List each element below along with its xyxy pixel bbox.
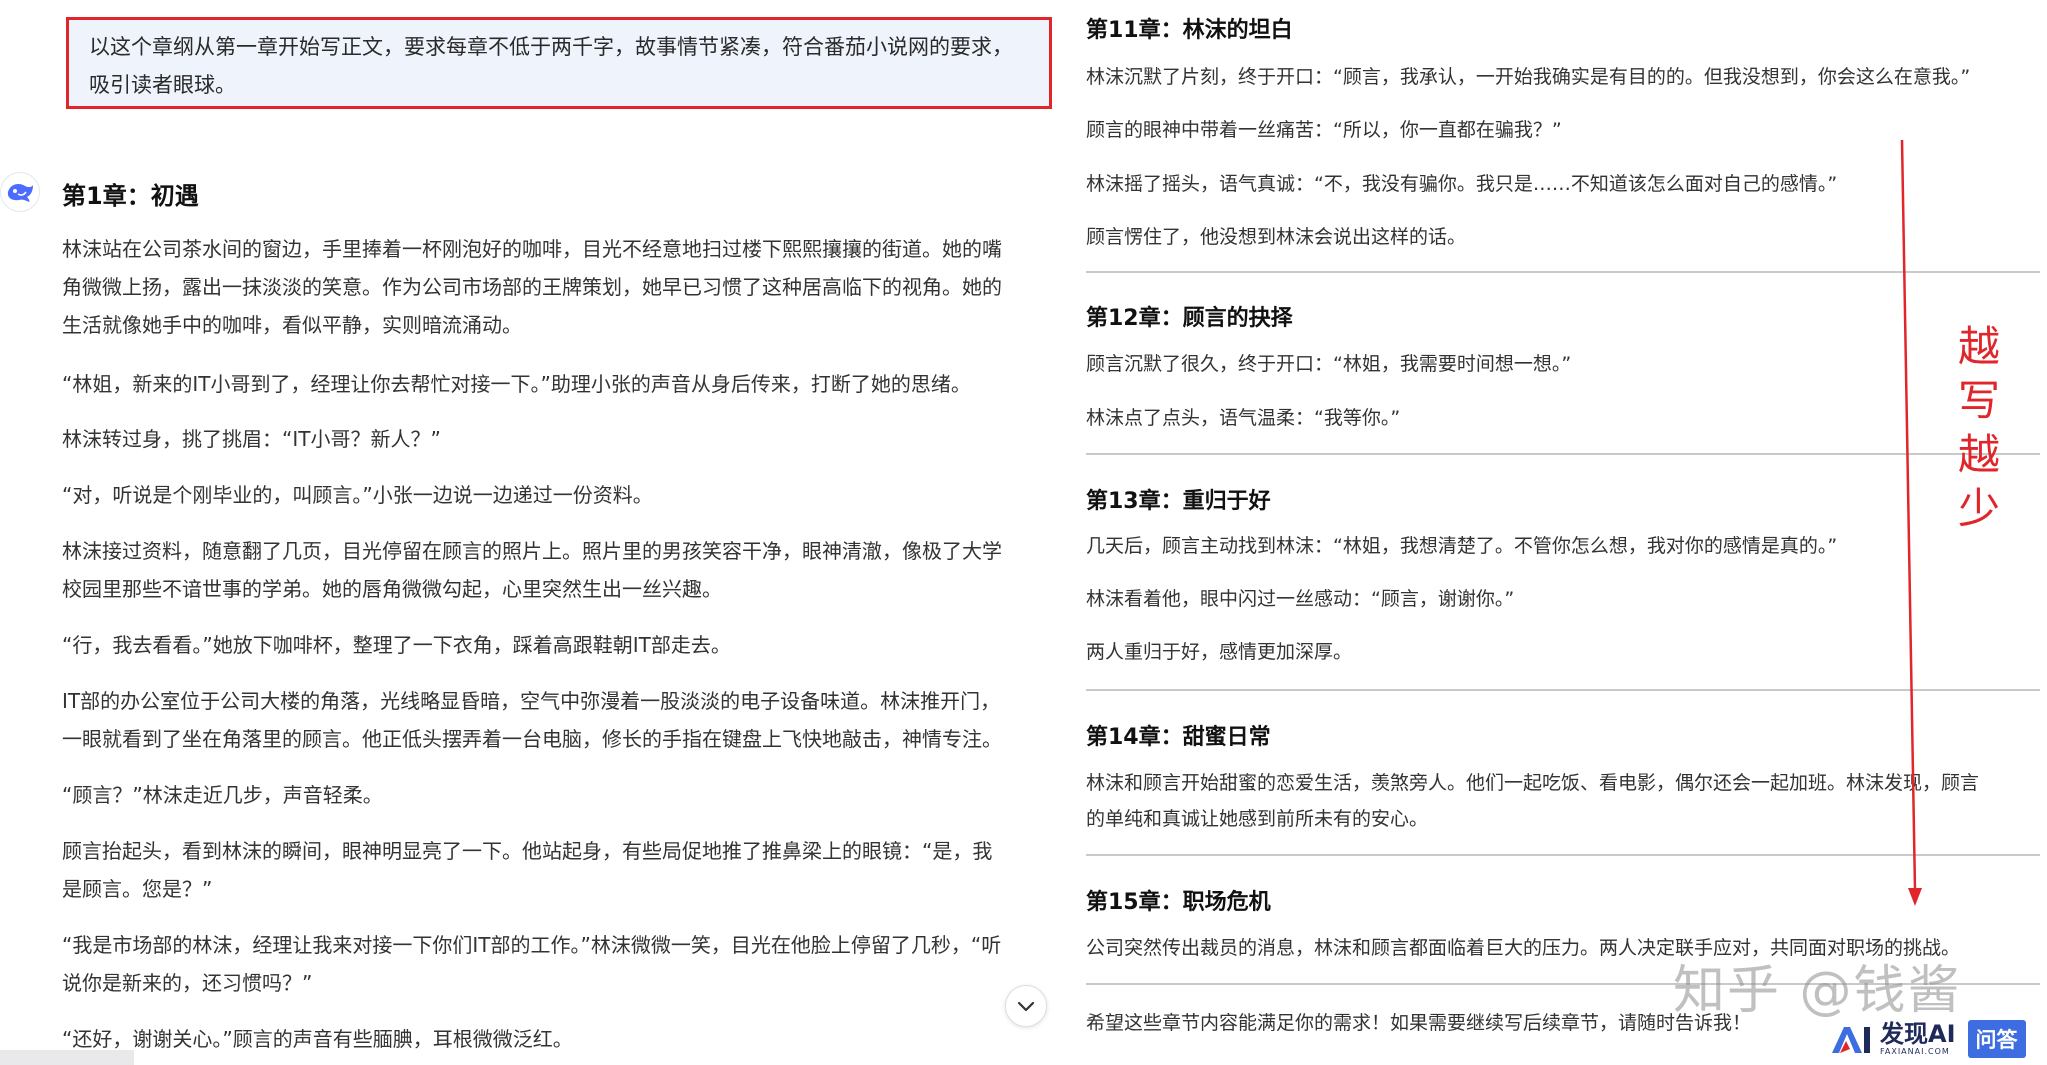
paragraph-line: 林沫站在公司茶水间的窗边，手里捧着一杯刚泡好的咖啡，目光不经意地扫过楼下熙熙攘攘…	[62, 237, 1002, 261]
chapter-divider	[1086, 854, 2040, 856]
paragraph: “对，听说是个刚毕业的，叫顾言。”小张一边说一边递过一份资料。	[62, 476, 1068, 514]
paragraph-line: “我是市场部的林沫，经理让我来对接一下你们IT部的工作。”林沫微微一笑，目光在他…	[62, 933, 1002, 957]
chapter-line: 顾言的眼神中带着一丝痛苦：“所以，你一直都在骗我？”	[1086, 119, 1562, 141]
chapter-line: 林沫沉默了片刻，终于开口：“顾言，我承认，一开始我确实是有目的的。但我没想到，你…	[1086, 66, 1971, 88]
chapter-title: 第15章：职场危机	[1086, 890, 1271, 915]
chapter-1-title: 第1章：初遇	[62, 182, 199, 210]
paragraph: 林沫接过资料，随意翻了几页，目光停留在顾言的照片上。照片里的男孩笑容干净，眼神清…	[62, 532, 1068, 608]
bot-avatar-icon	[0, 172, 40, 212]
chapter-line: 几天后，顾言主动找到林沫：“林姐，我想清楚了。不管你怎么想，我对你的感情是真的。…	[1086, 535, 1838, 557]
paragraph-line: 林沫接过资料，随意翻了几页，目光停留在顾言的照片上。照片里的男孩笑容干净，眼神清…	[62, 539, 1002, 563]
paragraph: 林沫转过身，挑了挑眉：“IT小哥？新人？”	[62, 420, 1068, 458]
closing-message: 希望这些章节内容能满足你的需求！如果需要继续写后续章节，请随时告诉我！	[1086, 1012, 1752, 1034]
chapter-title: 第13章：重归于好	[1086, 489, 1271, 514]
paragraph: IT部的办公室位于公司大楼的角落，光线略显昏暗，空气中弥漫着一股淡淡的电子设备味…	[62, 682, 1068, 758]
chapter-line: 两人重归于好，感情更加深厚。	[1086, 641, 1353, 663]
chapter-line: 林沫摇了摇头，语气真诚：“不，我没有骗你。我只是……不知道该怎么面对自己的感情。…	[1086, 173, 1838, 195]
paragraph: “我是市场部的林沫，经理让我来对接一下你们IT部的工作。”林沫微微一笑，目光在他…	[62, 926, 1068, 1002]
scroll-track	[0, 1050, 134, 1065]
chevron-down-icon	[1017, 1001, 1035, 1012]
right-panel: 第11章：林沫的坦白林沫沉默了片刻，终于开口：“顾言，我承认，一开始我确实是有目…	[1084, 0, 2047, 1065]
paragraph-line: 生活就像她手中的咖啡，看似平静，实则暗流涌动。	[62, 313, 522, 337]
paragraph: 林沫站在公司茶水间的窗边，手里捧着一杯刚泡好的咖啡，目光不经意地扫过楼下熙熙攘攘…	[62, 230, 1068, 344]
chapter-line: 顾言沉默了很久，终于开口：“林姐，我需要时间想一想。”	[1086, 353, 1572, 375]
ask-badge[interactable]: 问答	[1967, 1020, 2026, 1058]
paragraph-line: “顾言？”林沫走近几步，声音轻柔。	[62, 783, 383, 807]
annotation-text: 越 写 越 少	[1954, 320, 2004, 536]
paragraph-line: 林沫转过身，挑了挑眉：“IT小哥？新人？”	[62, 427, 441, 451]
paragraph: 顾言抬起头，看到林沫的瞬间，眼神明显亮了一下。他站起身，有些局促地推了推鼻梁上的…	[62, 832, 1068, 908]
chapter-divider	[1086, 689, 2040, 691]
brand-text: 发现AI FAXIANAI.COM	[1880, 1022, 1956, 1056]
paragraph-line: 说你是新来的，还习惯吗？”	[62, 971, 313, 995]
annotation-char: 少	[1957, 484, 2000, 533]
paragraph-line: 校园里那些不谙世事的学弟。她的唇角微微勾起，心里突然生出一丝兴趣。	[62, 577, 722, 601]
paragraph: “顾言？”林沫走近几步，声音轻柔。	[62, 776, 1068, 814]
annotation-char: 越	[1957, 322, 2000, 371]
brand-logo-icon	[1832, 1027, 1870, 1053]
chapter-divider	[1086, 271, 2040, 273]
chapter-title: 第14章：甜蜜日常	[1086, 725, 1271, 750]
chapter-divider	[1086, 453, 2040, 455]
paragraph-line: “还好，谢谢关心。”顾言的声音有些腼腆，耳根微微泛红。	[62, 1027, 573, 1051]
prompt-line-2: 吸引读者眼球。	[89, 73, 236, 97]
paragraph-line: “对，听说是个刚毕业的，叫顾言。”小张一边说一边递过一份资料。	[62, 483, 653, 507]
chapter-line: 顾言愣住了，他没想到林沫会说出这样的话。	[1086, 226, 1467, 248]
watermark: 知乎 @钱酱	[1673, 961, 1962, 1021]
scroll-down-button[interactable]	[1005, 985, 1047, 1027]
user-prompt-bubble: 以这个章纲从第一章开始写正文，要求每章不低于两千字，故事情节紧凑，符合番茄小说网…	[66, 17, 1052, 109]
annotation-char: 写	[1957, 376, 2000, 425]
paragraph-line: “林姐，新来的IT小哥到了，经理让你去帮忙对接一下。”助理小张的声音从身后传来，…	[62, 372, 971, 396]
paragraph: “行，我去看看。”她放下咖啡杯，整理了一下衣角，踩着高跟鞋朝IT部走去。	[62, 626, 1068, 664]
chapter-line: 林沫和顾言开始甜蜜的恋爱生活，羡煞旁人。他们一起吃饭、看电影，偶尔还会一起加班。…	[1086, 772, 1980, 794]
chapter-title: 第12章：顾言的抉择	[1086, 306, 1293, 331]
paragraph-line: IT部的办公室位于公司大楼的角落，光线略显昏暗，空气中弥漫着一股淡淡的电子设备味…	[62, 689, 1001, 713]
paragraph-line: 顾言抬起头，看到林沫的瞬间，眼神明显亮了一下。他站起身，有些局促地推了推鼻梁上的…	[62, 839, 993, 863]
brand-name: 发现AI	[1880, 1020, 1956, 1048]
paragraph-line: 一眼就看到了坐在角落里的顾言。他正低头摆弄着一台电脑，修长的手指在键盘上飞快地敲…	[62, 727, 1002, 751]
brand-sub: FAXIANAI.COM	[1880, 1047, 1950, 1056]
paragraph-line: 角微微上扬，露出一抹淡淡的笑意。作为公司市场部的王牌策划，她早已习惯了这种居高临…	[62, 275, 1002, 299]
paragraph: “还好，谢谢关心。”顾言的声音有些腼腆，耳根微微泛红。	[62, 1020, 1068, 1058]
left-panel: 以这个章纲从第一章开始写正文，要求每章不低于两千字，故事情节紧凑，符合番茄小说网…	[0, 0, 1080, 1065]
paragraph-line: “行，我去看看。”她放下咖啡杯，整理了一下衣角，踩着高跟鞋朝IT部走去。	[62, 633, 731, 657]
paragraph: “林姐，新来的IT小哥到了，经理让你去帮忙对接一下。”助理小张的声音从身后传来，…	[62, 365, 1068, 403]
chapter-line: 林沫看着他，眼中闪过一丝感动：“顾言，谢谢你。”	[1086, 588, 1515, 610]
chapter-title: 第11章：林沫的坦白	[1086, 18, 1293, 43]
prompt-line-1: 以这个章纲从第一章开始写正文，要求每章不低于两千字，故事情节紧凑，符合番茄小说网…	[89, 35, 1013, 59]
annotation-char: 越	[1957, 430, 2000, 479]
brand-badge[interactable]: 发现AI FAXIANAI.COM 问答	[1830, 1020, 2026, 1058]
chapter-line: 林沫点了点头，语气温柔：“我等你。”	[1086, 407, 1401, 429]
paragraph-line: 是顾言。您是？”	[62, 877, 213, 901]
chapter-line: 的单纯和真诚让她感到前所未有的安心。	[1086, 808, 1429, 830]
